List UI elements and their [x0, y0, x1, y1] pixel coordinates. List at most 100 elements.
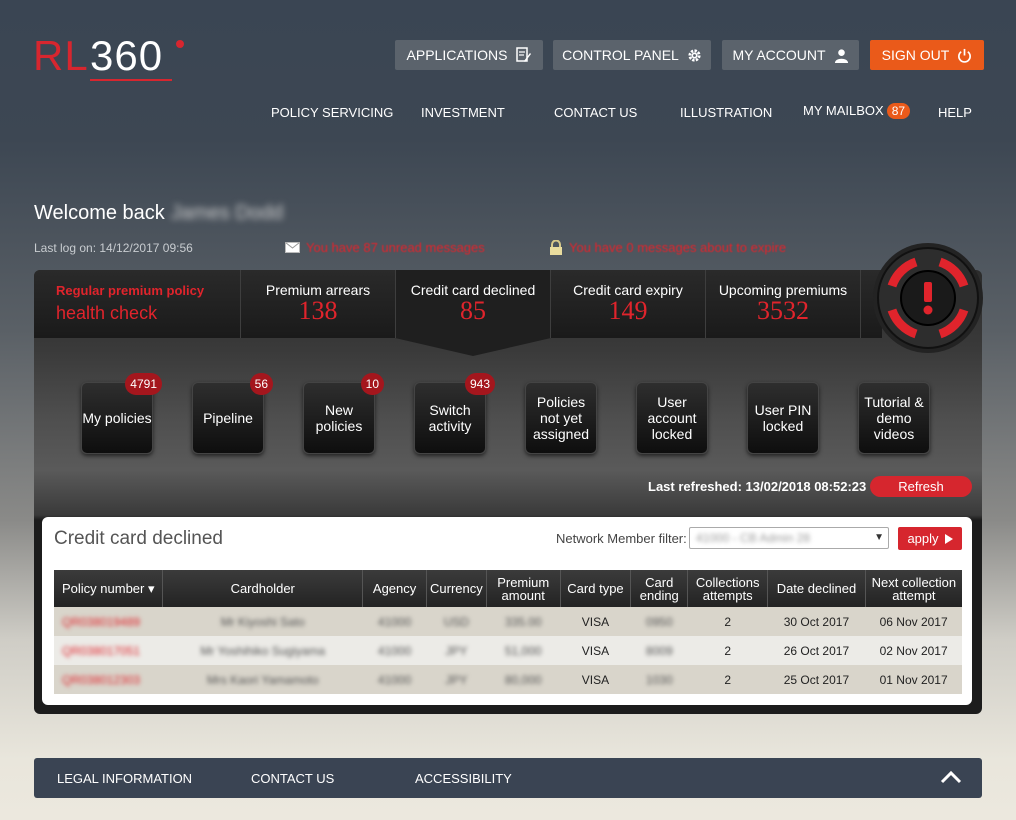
policy-number-link[interactable]: QR038019489	[62, 615, 140, 629]
footer-contact-link[interactable]: CONTACT US	[251, 771, 334, 786]
next-attempt-cell: 06 Nov 2017	[865, 607, 962, 636]
alert-exclamation-icon[interactable]	[872, 242, 984, 354]
control-panel-button[interactable]: CONTROL PANEL	[553, 40, 711, 70]
tile-label: Tutorial & demo videos	[864, 394, 924, 442]
tab-value: 3532	[757, 296, 809, 325]
my-account-button[interactable]: MY ACCOUNT	[722, 40, 859, 70]
tile-label: My policies	[82, 410, 152, 426]
col-date-declined[interactable]: Date declined	[767, 570, 866, 607]
col-card-type[interactable]: Card type	[559, 570, 631, 607]
table-row[interactable]: QR038019489 Mr Kiyoshi Sato 41000 USD 33…	[54, 607, 962, 636]
chevron-down-icon: ▼	[874, 532, 884, 543]
next-attempt-cell: 02 Nov 2017	[865, 636, 962, 665]
currency-cell: USD	[443, 614, 470, 629]
col-card-ending[interactable]: Card ending	[630, 570, 688, 607]
tile-switch-activity[interactable]: Switch activity 943	[414, 373, 495, 454]
network-filter-select[interactable]: 41000 - CB Admin 28 ▼	[689, 527, 889, 549]
attempts-cell: 2	[687, 636, 768, 665]
tab-credit-card-declined[interactable]: Credit card declined 85	[395, 270, 551, 356]
nav-contact-us[interactable]: CONTACT US	[554, 105, 637, 120]
tile-user-account-locked[interactable]: User account locked	[636, 382, 708, 454]
tile-label: New policies	[315, 402, 363, 434]
expiring-messages-link[interactable]: You have 0 messages about to expire	[549, 240, 786, 255]
card-type-cell: VISA	[560, 607, 631, 636]
date-declined-cell: 25 Oct 2017	[767, 665, 866, 694]
tab-value: 149	[608, 296, 648, 325]
envelope-icon	[285, 242, 300, 253]
premium-cell: 80,000	[504, 672, 542, 687]
tile-label: Switch activity	[428, 402, 472, 434]
col-currency[interactable]: Currency	[426, 570, 487, 607]
policy-number-link[interactable]: QR038012303	[62, 673, 140, 687]
tab-upcoming-premiums[interactable]: Upcoming premiums 3532	[706, 270, 861, 338]
health-check-panel: Regular premium policy health check Prem…	[34, 243, 983, 714]
card-type-cell: VISA	[560, 636, 631, 665]
tile-label: Pipeline	[203, 410, 253, 426]
apply-button[interactable]: apply	[898, 527, 962, 550]
tile-label: Policies not yet assigned	[532, 394, 590, 442]
nav-policy-servicing[interactable]: POLICY SERVICING	[271, 105, 393, 120]
last-logon: Last log on: 14/12/2017 09:56	[34, 241, 193, 255]
tile-new-policies[interactable]: New policies 10	[303, 373, 384, 454]
health-check-tabs: Regular premium policy health check Prem…	[34, 270, 882, 356]
card-type-cell: VISA	[560, 665, 631, 694]
applications-label: APPLICATIONS	[406, 47, 508, 63]
agency-cell: 41000	[377, 672, 412, 687]
tile-tutorial-videos[interactable]: Tutorial & demo videos	[858, 382, 930, 454]
logo-360-text: 360	[90, 32, 164, 79]
cardholder-cell: Mr Kiyoshi Sato	[220, 614, 305, 629]
play-arrow-icon	[944, 533, 953, 544]
last-refreshed: Last refreshed: 13/02/2018 08:52:23	[648, 479, 867, 494]
attempts-cell: 2	[687, 665, 768, 694]
applications-button[interactable]: APPLICATIONS	[395, 40, 543, 70]
gear-icon	[688, 48, 701, 62]
tab-value: 85	[460, 296, 486, 325]
nav-investment[interactable]: INVESTMENT	[421, 105, 505, 120]
count-badge: 4791	[125, 373, 162, 395]
col-agency[interactable]: Agency	[362, 570, 427, 607]
unread-messages-link[interactable]: You have 87 unread messages	[285, 240, 485, 255]
rl360-logo[interactable]: RL 360	[33, 34, 193, 86]
col-next-collection[interactable]: Next collection attempt	[864, 570, 962, 607]
cardholder-cell: Mr Yoshihiko Sugiyama	[200, 643, 326, 658]
cardholder-cell: Mrs Kaori Yamamoto	[206, 672, 319, 687]
credit-card-declined-card: Credit card declined Network Member filt…	[42, 517, 972, 705]
agency-cell: 41000	[377, 643, 412, 658]
control-panel-label: CONTROL PANEL	[562, 47, 679, 63]
card-title: Credit card declined	[54, 528, 223, 549]
health-check-title: Regular premium policy health check	[34, 270, 241, 338]
user-icon	[834, 48, 848, 63]
footer-accessibility-link[interactable]: ACCESSIBILITY	[415, 771, 512, 786]
sign-out-button[interactable]: SIGN OUT	[870, 40, 984, 70]
nav-my-mailbox[interactable]: MY MAILBOX 87	[803, 103, 911, 119]
tile-pipeline[interactable]: Pipeline 56	[192, 373, 273, 454]
tab-premium-arrears[interactable]: Premium arrears 138	[241, 270, 396, 338]
tile-my-policies[interactable]: My policies 4791	[81, 373, 162, 454]
col-policy-number[interactable]: Policy number ▾	[54, 570, 163, 607]
mailbox-count-badge: 87	[886, 103, 911, 119]
nav-illustration[interactable]: ILLUSTRATION	[680, 105, 772, 120]
welcome-heading: Welcome back James Dodd	[34, 202, 283, 225]
policy-number-link[interactable]: QR038017051	[62, 644, 140, 658]
tab-value: 138	[298, 296, 338, 325]
chevron-up-icon[interactable]	[940, 770, 962, 784]
user-name: James Dodd	[170, 202, 284, 224]
footer-legal-link[interactable]: LEGAL INFORMATION	[57, 771, 192, 786]
tab-credit-card-expiry[interactable]: Credit card expiry 149	[551, 270, 706, 338]
col-premium-amount[interactable]: Premium amount	[485, 570, 561, 607]
apply-label: apply	[907, 531, 939, 546]
next-attempt-cell: 01 Nov 2017	[865, 665, 962, 694]
premium-cell: 335.00	[504, 614, 542, 629]
count-badge: 943	[464, 373, 495, 395]
refresh-button[interactable]: Refresh	[870, 476, 972, 497]
col-cardholder[interactable]: Cardholder	[162, 570, 363, 607]
tile-policies-not-assigned[interactable]: Policies not yet assigned	[525, 382, 597, 454]
logo-rl-text: RL	[33, 32, 89, 79]
table-row[interactable]: QR038012303 Mrs Kaori Yamamoto 41000 JPY…	[54, 665, 962, 694]
logo-underline	[90, 79, 172, 81]
nav-help[interactable]: HELP	[938, 105, 972, 120]
currency-cell: JPY	[445, 672, 468, 687]
tile-user-pin-locked[interactable]: User PIN locked	[747, 382, 819, 454]
col-collections-attempts[interactable]: Collections attempts	[687, 570, 768, 607]
table-row[interactable]: QR038017051 Mr Yoshihiko Sugiyama 41000 …	[54, 636, 962, 665]
